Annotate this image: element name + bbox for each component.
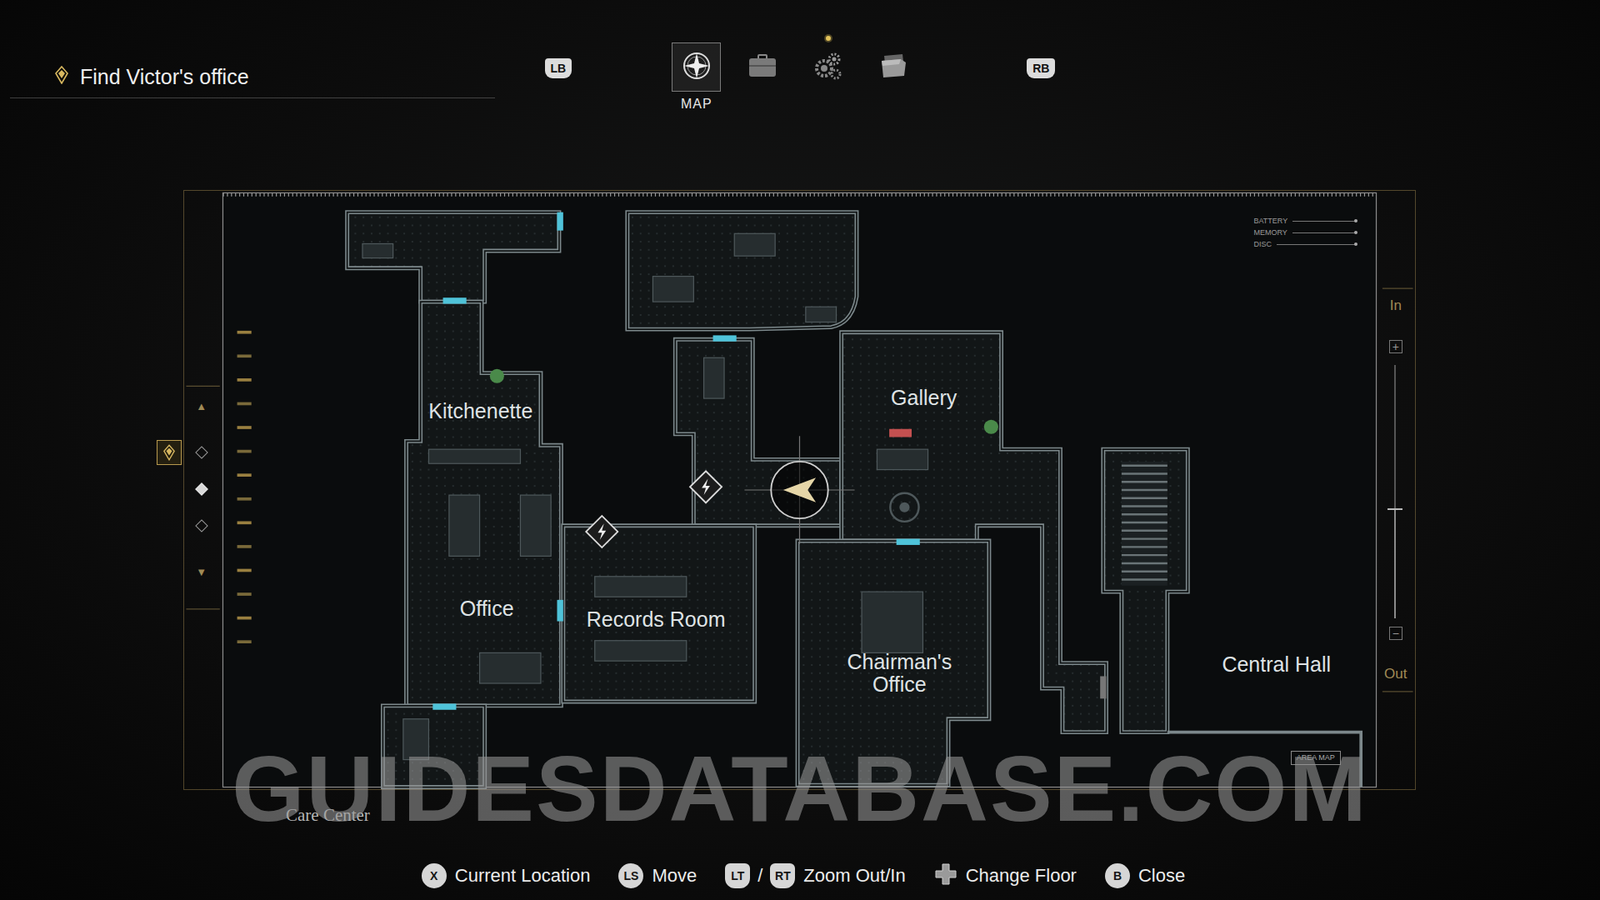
control-label: Current Location	[455, 865, 591, 887]
rb-button[interactable]: RB	[1026, 58, 1055, 79]
room-label: Kitchenette	[428, 399, 533, 422]
control-hint[interactable]: B Close	[1105, 863, 1185, 889]
zoom-out-label: Out	[1384, 665, 1407, 683]
menu-tab[interactable]	[869, 42, 919, 92]
area-row: Care Center	[0, 790, 1600, 840]
tab-label: MAP	[680, 96, 713, 112]
legend-line	[1276, 244, 1355, 245]
key-badge: X	[421, 863, 447, 889]
control-label: Change Floor	[965, 865, 1077, 887]
legend-row: MEMORY	[1254, 228, 1360, 238]
header-bar: Find Victor's office LB MAP RB	[0, 0, 1600, 190]
key-badge: B	[1105, 863, 1130, 889]
status-legend: BATTERY MEMORY DISC	[1254, 216, 1360, 250]
tab-box[interactable]	[671, 42, 721, 92]
legend-label: MEMORY	[1254, 228, 1288, 238]
files-icon	[879, 52, 910, 83]
zoom-in-label: In	[1390, 297, 1402, 315]
control-label: Move	[651, 865, 697, 887]
lb-button[interactable]: LB	[545, 58, 573, 79]
floor-up-button[interactable]: ▲	[195, 399, 207, 412]
control-keys: LT / RT	[725, 863, 795, 889]
dpad-icon	[934, 862, 958, 890]
legend-row: BATTERY	[1254, 216, 1360, 226]
area-name: Care Center	[285, 805, 370, 826]
control-keys	[934, 862, 958, 890]
map-frame[interactable]: Kitchenette Office Records Room Gallery Chai…	[183, 190, 1416, 790]
control-hint[interactable]: Change Floor	[934, 862, 1077, 890]
map-icon	[680, 50, 713, 85]
objective-diamond-icon	[55, 64, 69, 90]
controls-bar: X Current Location LS Move LT / RT Zoom Out/In C…	[0, 857, 1600, 895]
legend-label: DISC	[1254, 240, 1273, 250]
objective: Find Victor's office	[55, 64, 495, 90]
zoom-in-button[interactable]: +	[1389, 340, 1403, 354]
notification-dot	[825, 35, 831, 41]
control-hint[interactable]: X Current Location	[421, 863, 591, 889]
control-label: Close	[1138, 865, 1185, 887]
key-badge: LT	[725, 863, 750, 889]
legend-row: DISC	[1254, 240, 1360, 250]
inventory-icon	[747, 53, 778, 82]
zoom-slider[interactable]	[1394, 365, 1396, 619]
floor-plan[interactable]	[184, 190, 1415, 790]
menu-tabs: LB MAP RB	[545, 0, 1056, 190]
tab-box[interactable]	[803, 42, 853, 92]
menu-tab[interactable]: MAP	[671, 42, 721, 112]
tab-box[interactable]	[737, 42, 787, 92]
zoom-thumb[interactable]	[1387, 508, 1403, 510]
control-keys: B	[1105, 863, 1130, 889]
control-label: Zoom Out/In	[803, 865, 905, 887]
tab-box[interactable]	[869, 42, 919, 92]
current-floor-icon	[156, 440, 182, 465]
room-label: Office	[460, 596, 515, 620]
zoom-fill	[1394, 509, 1396, 619]
menu-tab[interactable]	[803, 42, 853, 92]
control-hint[interactable]: LS Move	[618, 863, 697, 889]
menu-tab[interactable]	[737, 42, 787, 92]
control-keys: X	[421, 863, 447, 889]
area-map-label: AREA MAP	[1290, 750, 1341, 765]
legend-line	[1292, 220, 1355, 222]
objective-text: Find Victor's office	[80, 64, 250, 90]
objective-panel: Find Victor's office	[10, 0, 495, 99]
zoom-out-button[interactable]: −	[1389, 626, 1403, 640]
legend-line	[1292, 232, 1356, 234]
room-label: Central Hall	[1221, 652, 1331, 675]
key-badge: LS	[618, 863, 644, 889]
key-separator: /	[757, 865, 763, 887]
room-label: Gallery	[890, 385, 957, 409]
floor-down-button[interactable]: ▼	[195, 565, 207, 578]
legend-label: BATTERY	[1254, 216, 1289, 226]
settings-icon	[813, 50, 844, 85]
watermark: GUIDESDATABASE.COM	[183, 742, 1417, 836]
floor-item[interactable]	[195, 482, 209, 496]
room-label: Records Room	[586, 608, 726, 631]
key-badge: RT	[770, 863, 795, 889]
room-label: Chairman's Office	[836, 650, 962, 696]
control-keys: LS	[618, 863, 644, 889]
floor-item[interactable]	[195, 445, 209, 460]
floor-item[interactable]	[195, 519, 209, 533]
control-hint[interactable]: LT / RT Zoom Out/In	[725, 863, 905, 889]
header-spacer	[1055, 0, 1600, 190]
